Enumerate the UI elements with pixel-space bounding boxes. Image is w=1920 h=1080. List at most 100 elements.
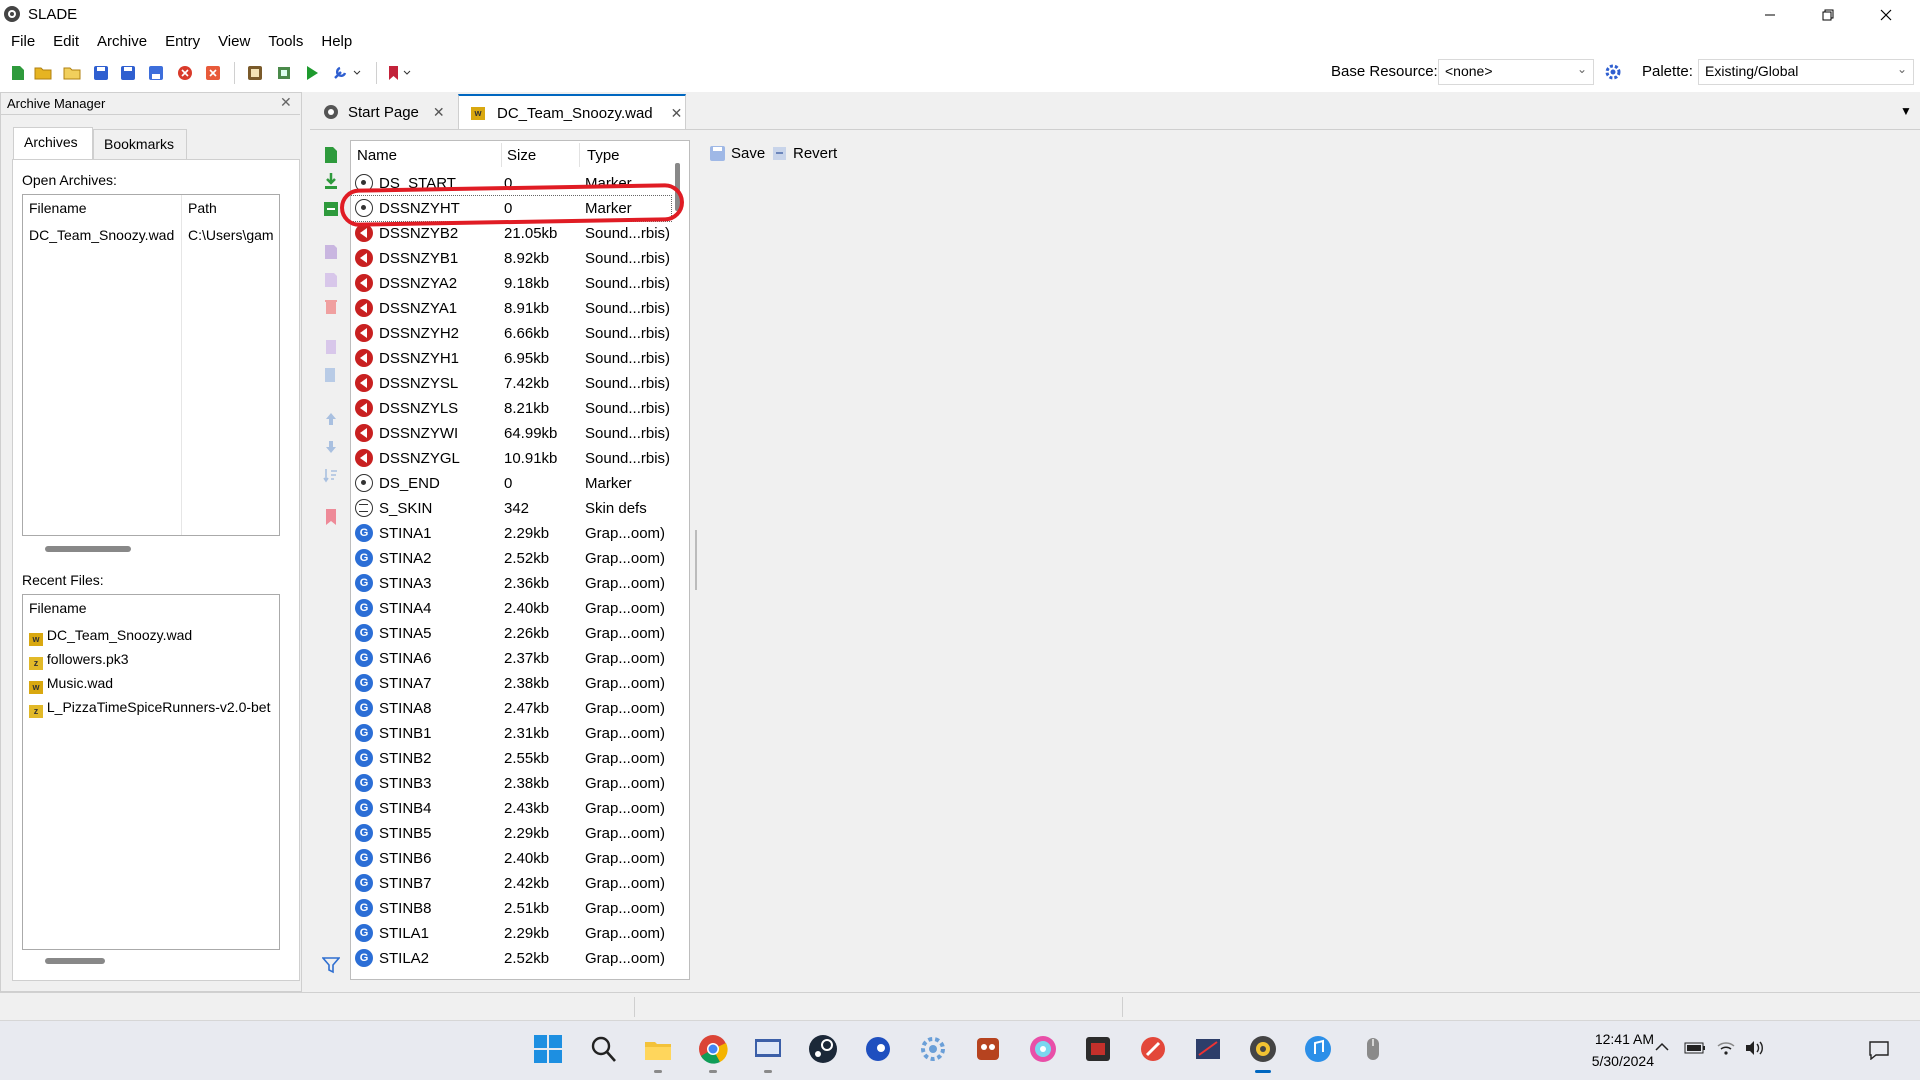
close-tab-icon[interactable]: ✕ bbox=[433, 104, 445, 121]
recent-file-item[interactable]: z L_PizzaTimeSpiceRunners-v2.0-bet bbox=[29, 699, 279, 718]
edit-entry-icon[interactable] bbox=[322, 271, 340, 289]
open-archive-icon[interactable] bbox=[33, 63, 53, 83]
export-entry-icon[interactable] bbox=[322, 200, 340, 218]
palette-select[interactable]: Existing/Global ⌄ bbox=[1698, 59, 1914, 85]
close-archive-icon[interactable] bbox=[175, 63, 195, 83]
new-archive-icon[interactable] bbox=[8, 63, 28, 83]
entry-row[interactable]: G STINA8 2.47kb Grap...oom) bbox=[351, 696, 671, 721]
column-header-name[interactable]: Name bbox=[357, 147, 397, 164]
save-all-icon[interactable] bbox=[146, 63, 166, 83]
entry-row[interactable]: G STINA1 2.29kb Grap...oom) bbox=[351, 521, 671, 546]
open-directory-icon[interactable] bbox=[62, 63, 82, 83]
slade-taskbar-icon[interactable] bbox=[1248, 1034, 1278, 1064]
entry-row[interactable]: DSSNZYA1 8.91kb Sound...rbis) bbox=[351, 296, 671, 321]
entry-row[interactable]: DSSNZYGL 10.91kb Sound...rbis) bbox=[351, 446, 671, 471]
save-as-icon[interactable] bbox=[118, 63, 138, 83]
menu-archive[interactable]: Archive bbox=[88, 30, 156, 54]
entry-row[interactable]: G STINA3 2.36kb Grap...oom) bbox=[351, 571, 671, 596]
bookmark-entry-icon[interactable] bbox=[322, 508, 340, 526]
menu-entry[interactable]: Entry bbox=[156, 30, 209, 54]
column-header-filename[interactable]: Filename bbox=[23, 595, 93, 621]
entry-row[interactable]: DSSNZYB1 8.92kb Sound...rbis) bbox=[351, 246, 671, 271]
tab-list-chevron-icon[interactable]: ▼ bbox=[1900, 104, 1912, 118]
tab-dc-team-snoozy[interactable]: w DC_Team_Snoozy.wad ✕ bbox=[458, 94, 686, 130]
volume-icon[interactable] bbox=[1744, 1040, 1766, 1060]
app-window-icon[interactable] bbox=[753, 1034, 783, 1064]
minimize-button[interactable] bbox=[1742, 0, 1798, 30]
close-window-button[interactable] bbox=[1858, 0, 1914, 30]
notifications-icon[interactable] bbox=[1868, 1040, 1890, 1064]
entry-row[interactable]: G STINB2 2.55kb Grap...oom) bbox=[351, 746, 671, 771]
filter-icon[interactable] bbox=[322, 956, 340, 974]
entry-row[interactable]: G STINB1 2.31kb Grap...oom) bbox=[351, 721, 671, 746]
clock-date[interactable]: 5/30/2024 bbox=[1570, 1053, 1654, 1069]
save-archive-icon[interactable] bbox=[91, 63, 111, 83]
clock-time[interactable]: 12:41 AM bbox=[1570, 1031, 1654, 1047]
column-header-filename[interactable]: Filename bbox=[23, 195, 93, 221]
search-icon[interactable] bbox=[588, 1034, 618, 1064]
move-down-icon[interactable] bbox=[322, 438, 340, 456]
horizontal-scrollbar[interactable] bbox=[45, 546, 131, 552]
splitter-handle[interactable] bbox=[695, 530, 697, 590]
copy-entry-icon[interactable] bbox=[322, 338, 340, 356]
save-button[interactable]: Save bbox=[710, 145, 765, 162]
chevron-up-icon[interactable] bbox=[1654, 1040, 1670, 1057]
archive-manager-close-icon[interactable]: ✕ bbox=[280, 94, 292, 111]
base-resource-settings-icon[interactable] bbox=[1604, 63, 1622, 85]
tool-app-icon[interactable] bbox=[1138, 1034, 1168, 1064]
restore-button[interactable] bbox=[1800, 0, 1856, 30]
entry-row[interactable]: G STINA4 2.40kb Grap...oom) bbox=[351, 596, 671, 621]
entry-row[interactable]: G STINA7 2.38kb Grap...oom) bbox=[351, 671, 671, 696]
entry-row[interactable]: G STINA2 2.52kb Grap...oom) bbox=[351, 546, 671, 571]
recent-file-item[interactable]: w Music.wad bbox=[29, 675, 113, 694]
import-entry-icon[interactable] bbox=[322, 172, 340, 190]
open-archive-filename[interactable]: DC_Team_Snoozy.wad bbox=[29, 227, 174, 243]
map-editor-icon[interactable] bbox=[274, 63, 294, 83]
chrome-icon[interactable] bbox=[698, 1034, 728, 1064]
script-manager-icon[interactable] bbox=[245, 63, 265, 83]
open-archive-path[interactable]: C:\Users\gam bbox=[188, 227, 278, 243]
close-tab-icon[interactable]: ✕ bbox=[671, 105, 683, 122]
bookmark-dropdown-icon[interactable] bbox=[386, 63, 416, 83]
entry-list[interactable]: Name Size Type DS_START 0 Marker DSSNZYHT 0 M… bbox=[350, 140, 690, 980]
color-wheel-app-icon[interactable] bbox=[1028, 1034, 1058, 1064]
entry-row[interactable]: DSSNZYLS 8.21kb Sound...rbis) bbox=[351, 396, 671, 421]
entry-row[interactable]: DSSNZYA2 9.18kb Sound...rbis) bbox=[351, 271, 671, 296]
entry-row[interactable]: DSSNZYWI 64.99kb Sound...rbis) bbox=[351, 421, 671, 446]
file-explorer-icon[interactable] bbox=[643, 1034, 673, 1064]
delete-entry-icon[interactable] bbox=[322, 298, 340, 316]
entry-row[interactable]: G STINB5 2.29kb Grap...oom) bbox=[351, 821, 671, 846]
entry-row[interactable]: DSSNZYH1 6.95kb Sound...rbis) bbox=[351, 346, 671, 371]
entry-row[interactable]: DS_END 0 Marker bbox=[351, 471, 671, 496]
recent-file-item[interactable]: z followers.pk3 bbox=[29, 651, 129, 670]
recent-files-list[interactable]: Filename w DC_Team_Snoozy.wad z follower… bbox=[22, 594, 280, 964]
menu-tools[interactable]: Tools bbox=[259, 30, 312, 54]
entry-row[interactable]: G STILA1 2.29kb Grap...oom) bbox=[351, 921, 671, 946]
entry-row[interactable]: G STILA2 2.52kb Grap...oom) bbox=[351, 946, 671, 971]
mouse-app-icon[interactable] bbox=[1358, 1034, 1388, 1064]
entry-row[interactable]: G STINA6 2.37kb Grap...oom) bbox=[351, 646, 671, 671]
move-up-icon[interactable] bbox=[322, 410, 340, 428]
image-editor-icon[interactable] bbox=[1193, 1034, 1223, 1064]
menu-file[interactable]: File bbox=[2, 30, 44, 54]
menu-help[interactable]: Help bbox=[312, 30, 361, 54]
tab-bookmarks[interactable]: Bookmarks bbox=[93, 129, 187, 159]
base-resource-select[interactable]: <none> ⌄ bbox=[1438, 59, 1594, 85]
game-launcher-icon[interactable] bbox=[1083, 1034, 1113, 1064]
recent-file-item[interactable]: w DC_Team_Snoozy.wad bbox=[29, 627, 192, 646]
run-archive-icon[interactable] bbox=[302, 63, 322, 83]
sonic-game-icon[interactable] bbox=[863, 1034, 893, 1064]
wifi-icon[interactable] bbox=[1716, 1040, 1736, 1060]
battery-icon[interactable] bbox=[1684, 1041, 1706, 1058]
sort-entries-icon[interactable] bbox=[322, 466, 340, 484]
entry-row[interactable]: G STINB4 2.43kb Grap...oom) bbox=[351, 796, 671, 821]
entry-row[interactable]: G STINB6 2.40kb Grap...oom) bbox=[351, 846, 671, 871]
menu-view[interactable]: View bbox=[209, 30, 259, 54]
tab-start-page[interactable]: Start Page ✕ bbox=[310, 94, 456, 130]
music-app-icon[interactable] bbox=[1303, 1034, 1333, 1064]
entry-row[interactable]: G STINB7 2.42kb Grap...oom) bbox=[351, 871, 671, 896]
entry-row[interactable]: DSSNZYH2 6.66kb Sound...rbis) bbox=[351, 321, 671, 346]
tools-dropdown-icon[interactable] bbox=[330, 63, 364, 83]
entry-row[interactable]: G STINB3 2.38kb Grap...oom) bbox=[351, 771, 671, 796]
tab-archives[interactable]: Archives bbox=[13, 127, 93, 159]
